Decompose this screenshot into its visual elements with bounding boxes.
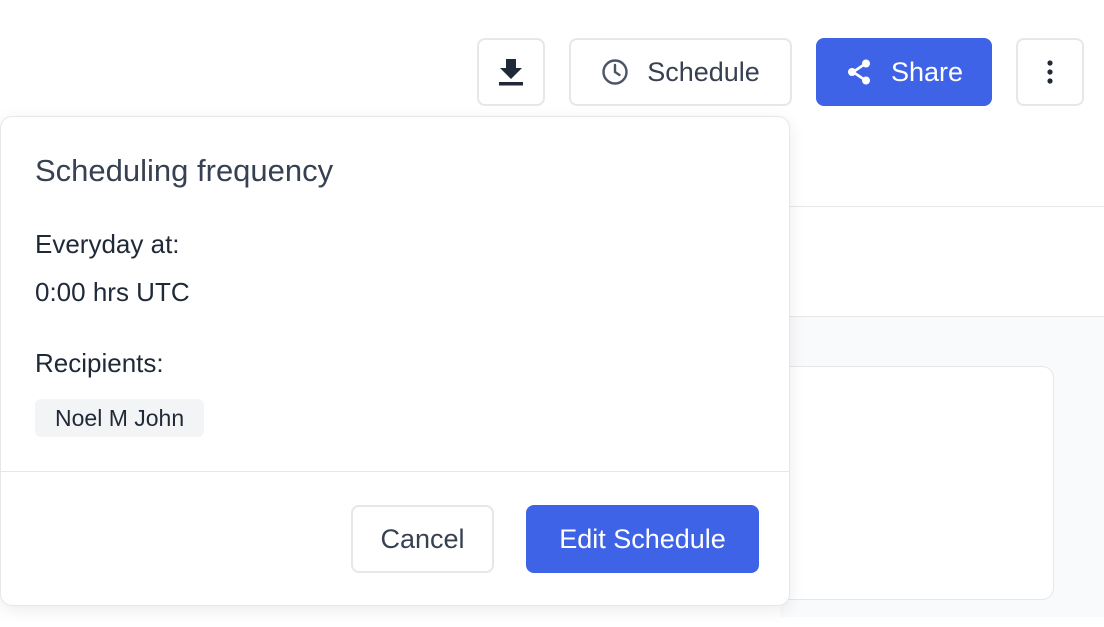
- frequency-label: Everyday at:: [35, 229, 180, 259]
- background-card: [760, 366, 1054, 600]
- share-icon: [845, 58, 873, 86]
- more-vertical-icon: [1046, 59, 1054, 85]
- cancel-button[interactable]: Cancel: [351, 505, 494, 573]
- schedule-time-value: 0:00 hrs UTC: [35, 277, 190, 307]
- more-options-button[interactable]: [1016, 38, 1084, 106]
- edit-schedule-button[interactable]: Edit Schedule: [526, 505, 759, 573]
- share-button-label: Share: [890, 56, 964, 87]
- schedule-button-label: Schedule: [647, 56, 760, 87]
- download-button[interactable]: [477, 38, 545, 106]
- clock-icon: [601, 58, 629, 86]
- download-icon: [498, 57, 524, 87]
- recipient-chip: Noel M John: [35, 399, 205, 437]
- schedule-popover: Scheduling frequency Everyday at: 0:00 h…: [0, 116, 790, 606]
- popover-title: Scheduling frequency: [35, 153, 334, 188]
- recipients-label: Recipients:: [35, 348, 164, 378]
- share-button[interactable]: Share: [816, 38, 992, 106]
- schedule-button[interactable]: Schedule: [569, 38, 792, 106]
- popover-divider: [1, 471, 789, 472]
